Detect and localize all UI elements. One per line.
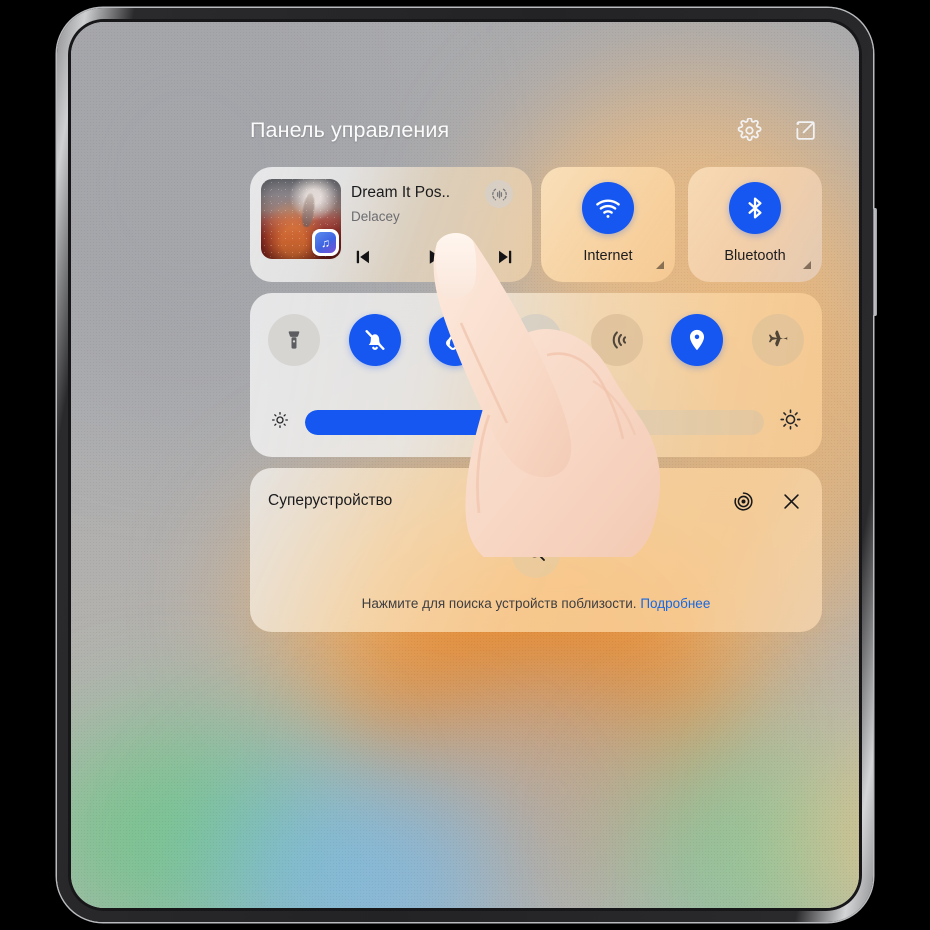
media-controls [346, 241, 522, 273]
location-toggle[interactable] [671, 314, 724, 366]
close-icon[interactable] [776, 486, 806, 516]
edit-icon[interactable] [788, 113, 822, 147]
search-nearby-devices-button[interactable] [512, 530, 560, 578]
quick-toggles-card [250, 293, 822, 457]
screen-recorder-toggle[interactable] [509, 314, 562, 366]
music-note-icon: ♫ [315, 232, 336, 253]
bluetooth-tile-label: Bluetooth [724, 248, 786, 264]
device-frame: Панель управления ♫ Dream It Pos.. Delac… [57, 8, 877, 922]
page-title: Панель управления [250, 117, 450, 142]
brightness-high-icon [779, 408, 802, 436]
internet-tile-label: Internet [583, 248, 633, 264]
previous-track-button[interactable] [346, 242, 380, 272]
media-player-card[interactable]: ♫ Dream It Pos.. Delacey [250, 167, 532, 282]
superdevice-hint: Нажмите для поиска устройств поблизости.… [250, 596, 822, 611]
auto-rotate-toggle[interactable] [429, 314, 482, 366]
control-panel: Панель управления ♫ Dream It Pos.. Delac… [71, 22, 859, 908]
flashlight-toggle[interactable] [268, 314, 320, 366]
silent-mode-toggle[interactable] [348, 314, 401, 366]
toggle-row [268, 309, 804, 371]
wifi-icon [582, 182, 634, 234]
nfc-toggle[interactable] [590, 314, 643, 366]
play-pause-button[interactable] [417, 242, 451, 272]
airplane-mode-toggle[interactable] [751, 314, 804, 366]
music-app-badge: ♫ [312, 229, 339, 256]
expand-corner-icon[interactable] [803, 261, 811, 269]
superdevice-hint-text: Нажмите для поиска устройств поблизости. [361, 596, 637, 611]
superdevice-header: Суперустройство [268, 486, 806, 516]
bluetooth-tile[interactable]: Bluetooth [688, 167, 822, 282]
next-track-button[interactable] [488, 242, 522, 272]
power-side-button[interactable] [872, 208, 877, 316]
media-artist-name: Delacey [351, 209, 400, 224]
brightness-slider[interactable] [305, 409, 764, 435]
settings-gear-icon[interactable] [732, 113, 766, 147]
brightness-row [270, 407, 802, 437]
internet-tile[interactable]: Internet [541, 167, 675, 282]
search-icon [524, 540, 548, 569]
expand-corner-icon[interactable] [656, 261, 664, 269]
media-title-row: Dream It Pos.. [351, 180, 521, 208]
device-screen: Панель управления ♫ Dream It Pos.. Delac… [71, 22, 859, 908]
audio-cast-icon[interactable] [485, 180, 513, 208]
brightness-low-icon [270, 410, 290, 435]
superdevice-title: Суперустройство [268, 492, 393, 509]
panel-header: Панель управления [250, 102, 822, 158]
bluetooth-icon [729, 182, 781, 234]
superdevice-card[interactable]: Суперустройство Нажмите для поиска устро… [250, 468, 822, 632]
radar-scan-icon[interactable] [728, 486, 758, 516]
superdevice-hint-link[interactable]: Подробнее [640, 596, 710, 611]
brightness-slider-fill [305, 409, 572, 435]
